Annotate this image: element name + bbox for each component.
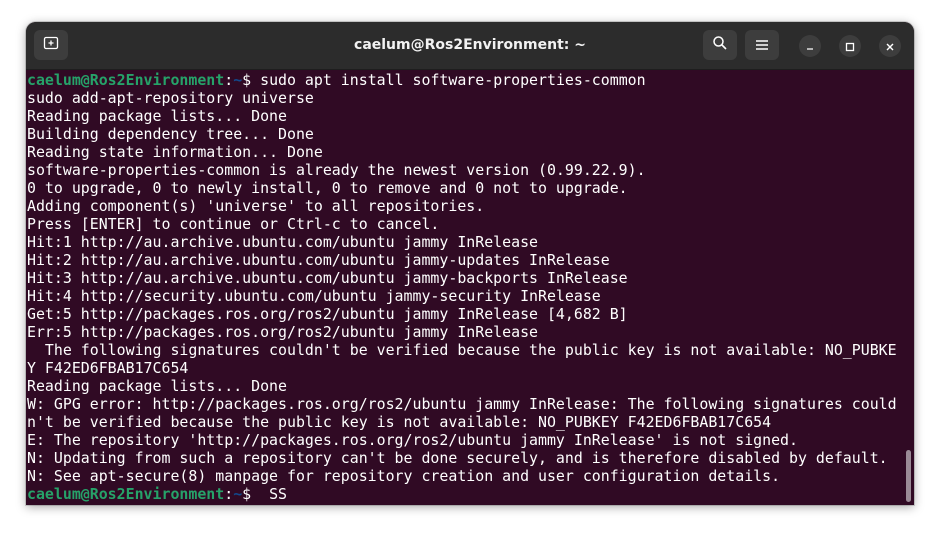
prompt-line: caelum@Ros2Environment:~$ sudo apt insta…	[27, 71, 646, 89]
output-line: n't be verified because the public key i…	[27, 413, 772, 431]
output-line: sudo add-apt-repository universe	[27, 89, 314, 107]
command-text: sudo apt install software-properties-com…	[260, 71, 646, 89]
search-button[interactable]	[703, 30, 737, 60]
hamburger-menu-icon	[755, 36, 769, 55]
output-line: N: Updating from such a repository can't…	[27, 449, 888, 467]
output-line: Y F42ED6FBAB17C654	[27, 359, 189, 377]
output-line: Reading package lists... Done	[27, 377, 287, 395]
terminal-output: caelum@Ros2Environment:~$ sudo apt insta…	[27, 71, 914, 503]
output-line: Hit:2 http://au.archive.ubuntu.com/ubunt…	[27, 251, 610, 269]
minimize-icon	[805, 37, 815, 56]
close-button[interactable]	[879, 35, 901, 57]
search-icon	[712, 35, 728, 55]
prompt-path: ~	[233, 71, 243, 89]
titlebar[interactable]: caelum@Ros2Environment: ~	[26, 22, 914, 70]
output-line: W: GPG error: http://packages.ros.org/ro…	[27, 395, 897, 413]
output-line: Building dependency tree... Done	[27, 125, 314, 143]
output-line: E: The repository 'http://packages.ros.o…	[27, 431, 798, 449]
scrollbar[interactable]	[906, 450, 911, 502]
terminal-area[interactable]: caelum@Ros2Environment:~$ sudo apt insta…	[26, 70, 914, 505]
prompt-user: caelum@Ros2Environment	[27, 71, 225, 89]
output-line: Adding component(s) 'universe' to all re…	[27, 197, 485, 215]
output-line: Hit:1 http://au.archive.ubuntu.com/ubunt…	[27, 233, 539, 251]
close-icon	[885, 37, 895, 56]
current-input[interactable]: SS	[260, 485, 287, 503]
window-title: caelum@Ros2Environment: ~	[354, 37, 586, 53]
output-line: Reading state information... Done	[27, 143, 323, 161]
current-prompt-line[interactable]: caelum@Ros2Environment:~$ SS	[27, 485, 914, 503]
output-line: N: See apt-secure(8) manpage for reposit…	[27, 467, 781, 485]
maximize-button[interactable]	[839, 35, 861, 57]
output-line: Reading package lists... Done	[27, 107, 287, 125]
output-line: Hit:3 http://au.archive.ubuntu.com/ubunt…	[27, 269, 628, 287]
output-line: Get:5 http://packages.ros.org/ros2/ubunt…	[27, 305, 628, 323]
minimize-button[interactable]	[799, 35, 821, 57]
menu-button[interactable]	[745, 30, 779, 60]
output-line: Hit:4 http://security.ubuntu.com/ubuntu …	[27, 287, 601, 305]
output-line: Press [ENTER] to continue or Ctrl-c to c…	[27, 215, 440, 233]
output-line: 0 to upgrade, 0 to newly install, 0 to r…	[27, 179, 628, 197]
prompt-user: caelum@Ros2Environment	[27, 485, 225, 503]
output-line: software-properties-common is already th…	[27, 161, 646, 179]
output-line: Err:5 http://packages.ros.org/ros2/ubunt…	[27, 323, 539, 341]
prompt-path: ~	[233, 485, 243, 503]
maximize-icon	[845, 37, 855, 56]
output-line: The following signatures couldn't be ver…	[27, 341, 897, 359]
terminal-window: caelum@Ros2Environment: ~ caelum@Ros2Env…	[26, 22, 914, 505]
